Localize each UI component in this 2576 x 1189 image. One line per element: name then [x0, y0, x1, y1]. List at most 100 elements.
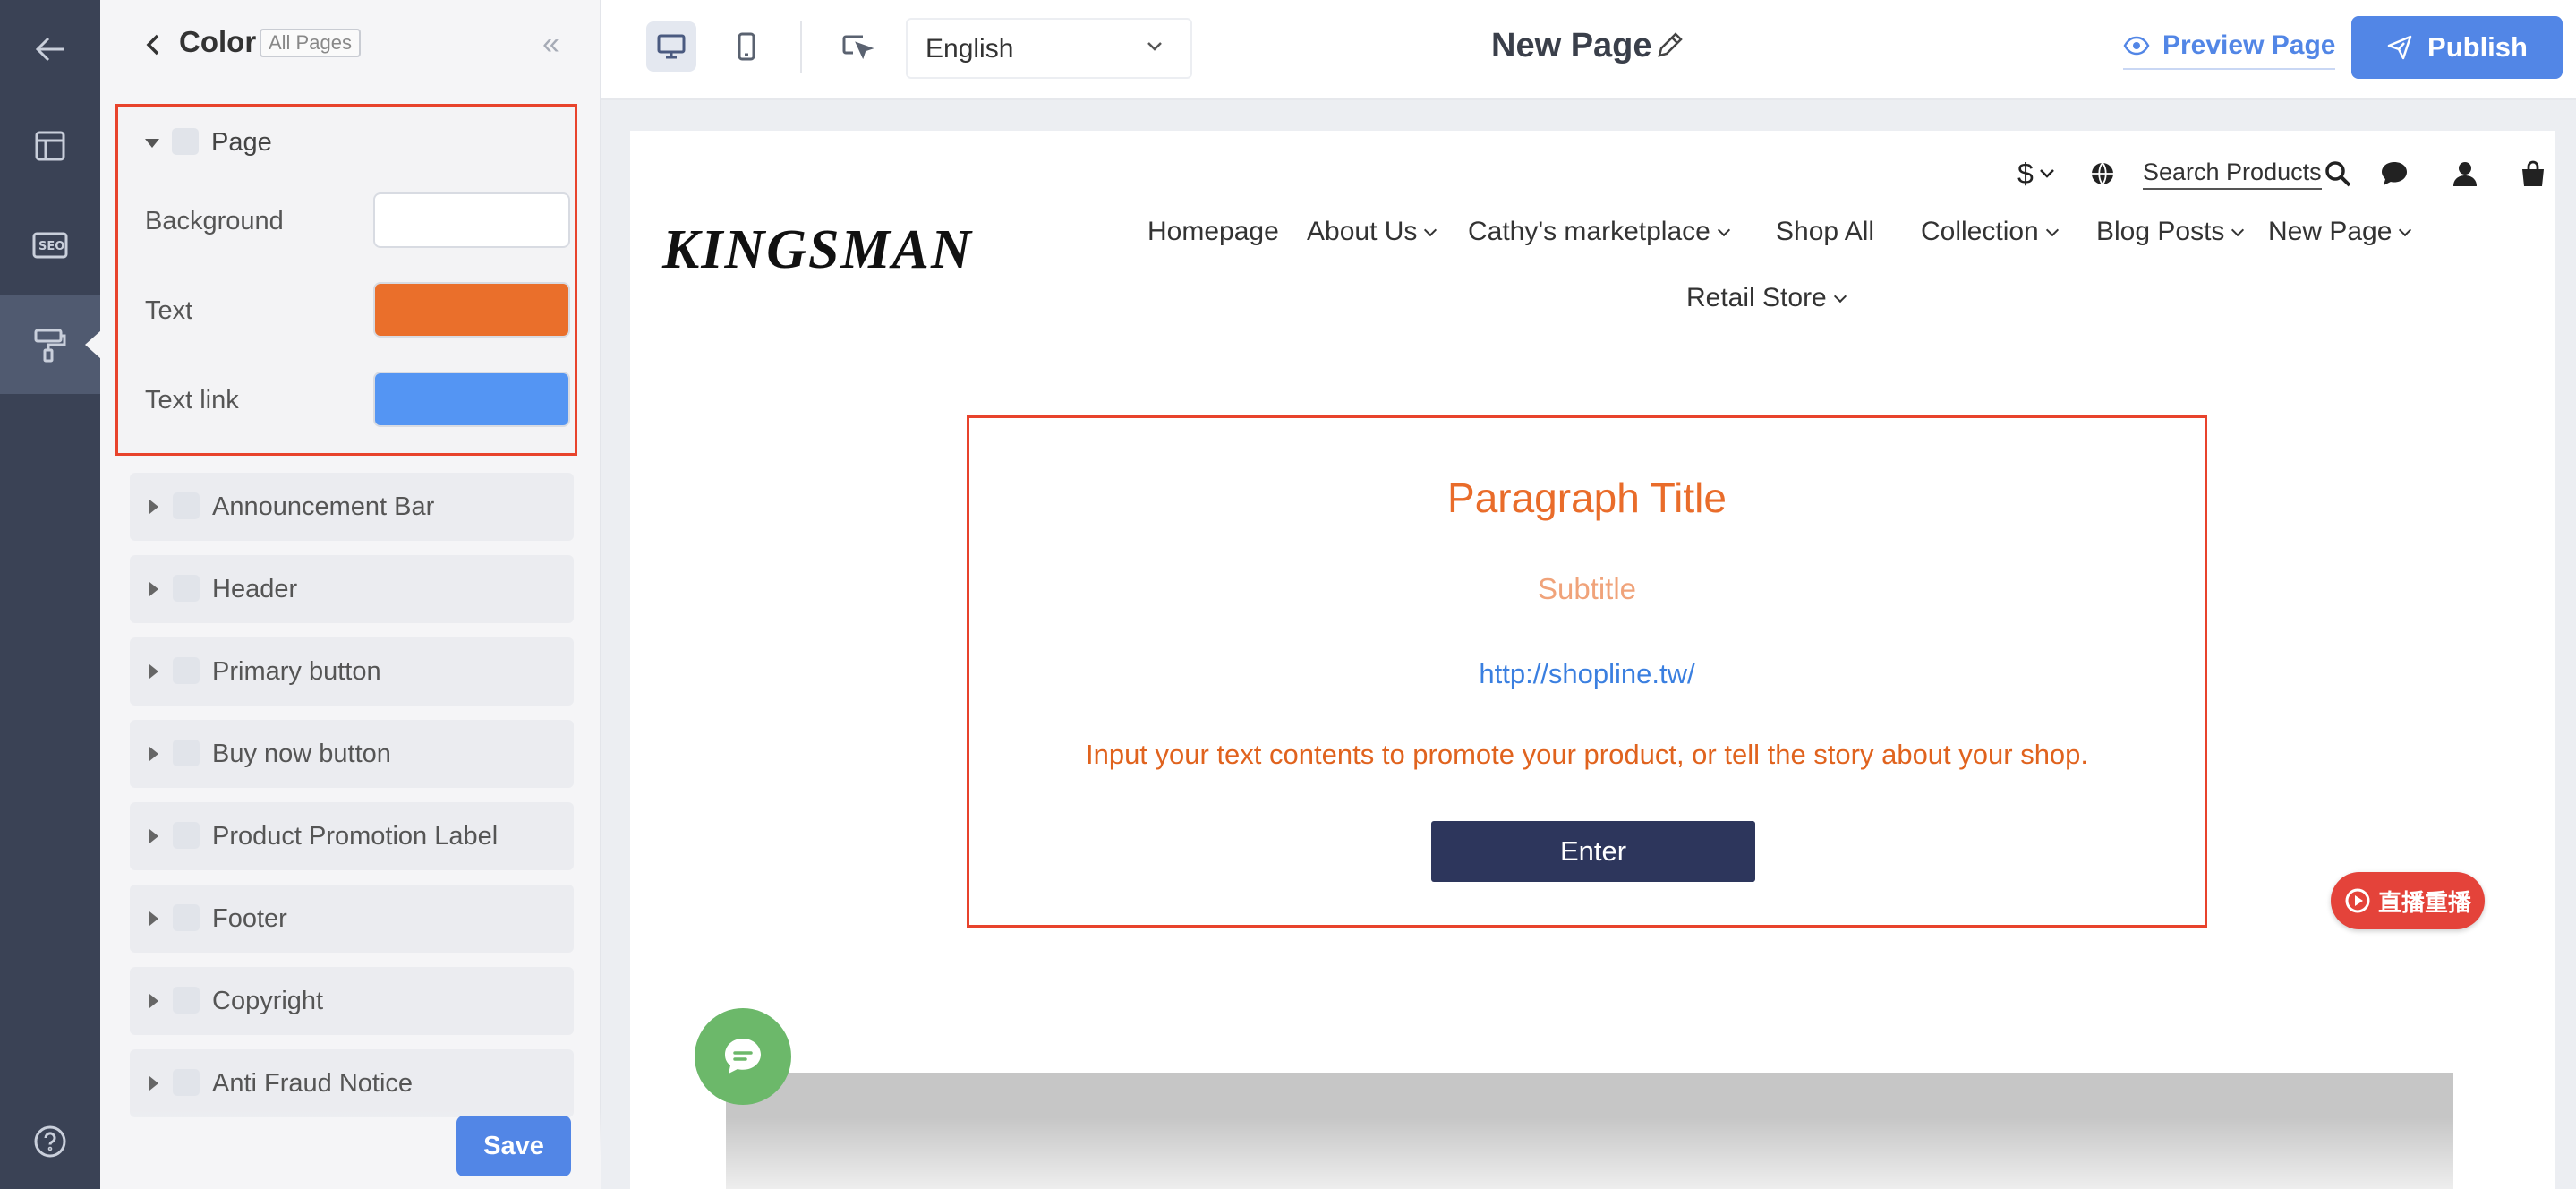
section-copyright[interactable]: Copyright [130, 967, 574, 1035]
chevron-down-icon [1424, 223, 1437, 237]
chat-bubble-icon [2382, 162, 2407, 185]
paint-roller-icon [172, 128, 199, 155]
nav-homepage[interactable]: Homepage [1147, 217, 1279, 247]
section-label: Announcement Bar [212, 492, 435, 521]
page-color-section: Page Background Text Text link [115, 104, 577, 456]
paint-roller-icon [173, 822, 200, 849]
language-value: English [925, 34, 1014, 64]
nav-new-page[interactable]: New Page [2268, 217, 2412, 247]
nav-label: Blog Posts [2096, 217, 2225, 246]
chat-button[interactable] [2379, 147, 2415, 201]
section-footer[interactable]: Footer [130, 885, 574, 953]
search-products[interactable]: Search Products [2143, 147, 2322, 201]
caret-right-icon [149, 500, 158, 514]
page-section-header[interactable]: Page [118, 107, 575, 178]
panel-back-button[interactable] [136, 27, 172, 63]
nav-label: Collection [1921, 217, 2039, 246]
paint-roller-icon [173, 575, 200, 602]
search-button[interactable] [2324, 147, 2356, 201]
nav-label: Retail Store [1686, 283, 1827, 312]
caret-right-icon [149, 911, 158, 926]
nav-label: Homepage [1147, 217, 1279, 246]
caret-right-icon [149, 994, 158, 1008]
section-label: Primary button [212, 657, 381, 686]
section-primary-button[interactable]: Primary button [130, 637, 574, 706]
background-color-row: Background [118, 192, 575, 250]
seo-icon: SEO [32, 232, 68, 259]
store-logo[interactable]: KINGSMAN [662, 218, 973, 282]
nav-label: About Us [1307, 217, 1418, 246]
language-select[interactable]: English [906, 18, 1192, 79]
text-link-label: Text link [145, 386, 239, 415]
section-anti-fraud-notice[interactable]: Anti Fraud Notice [130, 1049, 574, 1117]
paragraph-subtitle: Subtitle [1537, 572, 1637, 605]
text-block-selected[interactable]: Paragraph Title Subtitle http://shopline… [967, 415, 2207, 928]
chat-fab-button[interactable] [695, 1008, 791, 1105]
canvas-bottom-fade [630, 1117, 2555, 1189]
section-label: Buy now button [212, 740, 391, 768]
nav-cathys-marketplace[interactable]: Cathy's marketplace [1468, 217, 1730, 247]
text-color-swatch[interactable] [373, 282, 570, 338]
publish-button[interactable]: Publish [2351, 16, 2563, 79]
cart-button[interactable] [2519, 147, 2555, 201]
desktop-view-button[interactable] [646, 21, 696, 72]
section-label: Footer [212, 904, 287, 933]
site-preview-canvas: $ Search Products KINGSMAN Homepage Abou… [630, 131, 2555, 1189]
caret-down-icon [145, 139, 159, 148]
color-settings-panel: Color All Pages « Page Background Text T… [100, 0, 601, 1189]
message-bubble-icon [725, 1039, 761, 1074]
background-label: Background [145, 207, 284, 235]
user-icon [2453, 162, 2477, 186]
nav-label: New Page [2268, 217, 2393, 246]
section-announcement-bar[interactable]: Announcement Bar [130, 473, 574, 541]
nav-collection[interactable]: Collection [1921, 217, 2059, 247]
section-buy-now-button[interactable]: Buy now button [130, 720, 574, 788]
layout-icon [35, 131, 65, 161]
help-button[interactable] [0, 1092, 100, 1189]
collapse-panel-button[interactable]: « [542, 27, 559, 62]
paper-plane-icon [2387, 35, 2412, 60]
chevron-down-icon [1147, 42, 1162, 51]
nav-blog-posts[interactable]: Blog Posts [2096, 217, 2245, 247]
page-section-label: Page [211, 128, 272, 157]
paragraph-title: Paragraph Title [1447, 475, 1727, 521]
chevron-down-icon [2039, 169, 2054, 178]
text-link-color-swatch[interactable] [373, 372, 570, 427]
language-globe-button[interactable] [2089, 147, 2125, 201]
account-button[interactable] [2451, 147, 2486, 201]
panel-header: Color All Pages « [100, 0, 601, 90]
section-header[interactable]: Header [130, 555, 574, 623]
mobile-view-button[interactable] [721, 21, 772, 72]
caret-right-icon [149, 829, 158, 843]
chevron-down-icon [1717, 223, 1730, 237]
theme-color-button[interactable] [0, 295, 101, 394]
preview-page-link[interactable]: Preview Page [2123, 27, 2336, 70]
paint-roller-icon [173, 987, 200, 1014]
layout-button[interactable] [0, 97, 100, 195]
paint-roller-icon [173, 740, 200, 766]
enter-button[interactable]: Enter [1431, 821, 1755, 882]
page-name: New Page [1491, 27, 1652, 64]
section-label: Product Promotion Label [212, 822, 499, 851]
section-product-promotion-label[interactable]: Product Promotion Label [130, 802, 574, 870]
paint-roller-icon [173, 492, 200, 519]
live-replay-badge[interactable]: 直播重播 [2331, 872, 2485, 929]
currency-selector[interactable]: $ [2017, 147, 2071, 201]
nav-about-us[interactable]: About Us [1307, 217, 1437, 247]
toolbar-divider [800, 21, 802, 73]
background-color-swatch[interactable] [373, 192, 570, 248]
section-label: Header [212, 575, 298, 603]
text-link-color-row: Text link [118, 372, 575, 429]
paragraph-link[interactable]: http://shopline.tw/ [969, 658, 2205, 690]
edit-page-name-button[interactable] [1654, 29, 1686, 65]
nav-label: Cathy's marketplace [1468, 217, 1710, 246]
nav-retail-store[interactable]: Retail Store [1686, 283, 1847, 313]
paint-roller-icon [173, 657, 200, 684]
scope-tag: All Pages [260, 29, 361, 57]
back-arrow-button[interactable] [0, 0, 100, 98]
select-element-button[interactable] [832, 21, 883, 72]
chevron-down-icon [2045, 223, 2059, 237]
save-button[interactable]: Save [456, 1116, 571, 1176]
nav-shop-all[interactable]: Shop All [1776, 217, 1874, 247]
seo-button[interactable]: SEO [0, 195, 100, 294]
